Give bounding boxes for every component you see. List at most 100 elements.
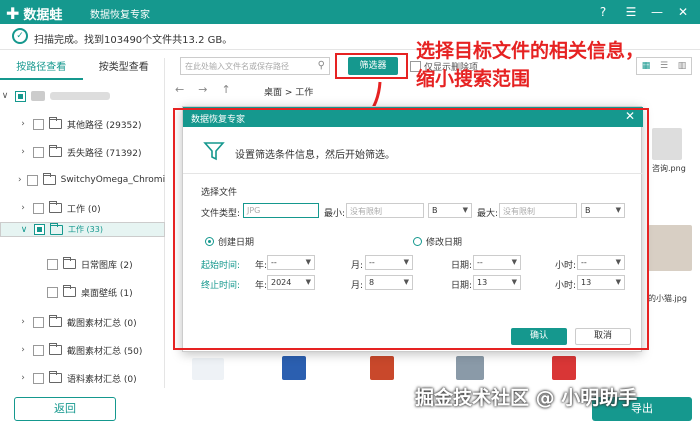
- start-month-value: --: [369, 258, 375, 267]
- confirm-button[interactable]: 确认: [511, 328, 567, 345]
- app-subtitle: 数据恢复专家: [90, 10, 150, 21]
- pdf-file-icon[interactable]: [552, 356, 576, 380]
- end-month-select[interactable]: 8 ▼: [365, 275, 413, 290]
- min-size-unit: B: [432, 206, 438, 215]
- search-icon[interactable]: ⚲: [318, 60, 325, 71]
- dialog-divider: [183, 173, 643, 174]
- back-arrow-icon[interactable]: ←: [175, 83, 184, 96]
- tab-by-path[interactable]: 按路径查看: [0, 58, 83, 80]
- folder-icon: [50, 223, 63, 235]
- file-type-label: 文件类型:: [201, 209, 241, 219]
- chevron-down-icon: ▼: [403, 278, 409, 286]
- tree-checkbox[interactable]: [33, 344, 44, 356]
- folder-icon: [49, 201, 62, 213]
- chevron-down-icon[interactable]: ∨: [19, 225, 29, 235]
- tree-item-screenshot-50[interactable]: › 截图素材汇总 (50): [0, 336, 165, 364]
- modified-date-radio[interactable]: 修改日期: [413, 235, 462, 248]
- tree-item-screenshot-empty[interactable]: › 截图素材汇总 (0): [0, 308, 165, 336]
- filter-button[interactable]: 筛选器: [348, 57, 398, 75]
- start-year-value: --: [271, 258, 277, 267]
- help-icon[interactable]: ?: [594, 3, 612, 21]
- chevron-right-icon[interactable]: ›: [18, 345, 28, 355]
- file-thumbnail[interactable]: [648, 225, 692, 271]
- min-size-input[interactable]: 没有限制: [346, 203, 424, 218]
- modified-date-label: 修改日期: [426, 238, 463, 248]
- tree-item-work-empty[interactable]: › 工作 (0): [0, 194, 165, 222]
- minimize-icon[interactable]: —: [648, 3, 666, 21]
- folder-icon: [63, 257, 76, 269]
- tree-checkbox[interactable]: [33, 146, 44, 158]
- year-label: 年:: [255, 261, 268, 271]
- tree-item-label: 工作 (33): [68, 225, 103, 234]
- chevron-right-icon[interactable]: ›: [18, 147, 28, 157]
- file-type-input[interactable]: JPG: [243, 203, 319, 218]
- file-thumbnail[interactable]: [652, 128, 682, 160]
- tree-checkbox[interactable]: [47, 258, 58, 270]
- chevron-right-icon[interactable]: ›: [18, 317, 28, 327]
- file-thumbnail[interactable]: [456, 356, 484, 380]
- tree-item-lost-paths[interactable]: › 丢失路径 (71392): [0, 138, 165, 166]
- forward-arrow-icon[interactable]: →: [198, 83, 207, 96]
- chevron-right-icon[interactable]: ›: [18, 373, 28, 383]
- back-button[interactable]: 返回: [14, 397, 116, 421]
- close-icon[interactable]: ✕: [625, 109, 635, 123]
- close-window-icon[interactable]: ✕: [674, 3, 692, 21]
- end-time-label: 终止时间:: [201, 281, 241, 291]
- tree-checkbox[interactable]: [33, 316, 44, 328]
- tree-checkbox[interactable]: [34, 224, 45, 235]
- start-day-value: --: [477, 258, 483, 267]
- chevron-right-icon[interactable]: ›: [18, 175, 22, 185]
- tree-item-work-selected[interactable]: ∨ 工作 (33): [0, 222, 165, 237]
- tree-item-desktop-wallpaper[interactable]: 桌面壁纸 (1): [0, 278, 165, 306]
- tree-checkbox[interactable]: [26, 174, 38, 186]
- end-hour-select[interactable]: 13 ▼: [577, 275, 625, 290]
- tree-item-label: SwitchyOmega_Chromium: [60, 175, 165, 185]
- start-hour-select[interactable]: -- ▼: [577, 255, 625, 270]
- tree-item-other-paths[interactable]: › 其他路径 (29352): [0, 110, 165, 138]
- tree-item-daily-gallery[interactable]: 日常图库 (2): [0, 250, 165, 278]
- start-day-select[interactable]: -- ▼: [473, 255, 521, 270]
- start-year-select[interactable]: -- ▼: [267, 255, 315, 270]
- day-label: 日期:: [451, 281, 473, 291]
- radio-dot[interactable]: [205, 237, 214, 246]
- file-thumbnail[interactable]: [192, 358, 224, 380]
- up-arrow-icon[interactable]: ↑: [221, 83, 230, 96]
- tab-by-type[interactable]: 按类型查看: [83, 58, 166, 80]
- radio-dot[interactable]: [413, 237, 422, 246]
- tree-item-corpus[interactable]: › 语料素材汇总 (0): [0, 364, 165, 392]
- cancel-button[interactable]: 取消: [575, 328, 631, 345]
- search-input[interactable]: 在此处输入文件名或保存路径 ⚲: [180, 57, 330, 75]
- max-size-unit-select[interactable]: B ▼: [581, 203, 625, 218]
- tree-checkbox[interactable]: [33, 372, 44, 384]
- list-view-icon[interactable]: ☰: [655, 58, 673, 74]
- detail-view-icon[interactable]: ▥: [673, 58, 691, 74]
- chevron-down-icon[interactable]: ∨: [0, 91, 10, 101]
- min-size-unit-select[interactable]: B ▼: [428, 203, 472, 218]
- tree-checkbox[interactable]: [33, 118, 44, 130]
- month-label: 月:: [351, 261, 364, 271]
- annotation-line-2: 缩小搜索范围: [416, 68, 531, 90]
- menu-icon[interactable]: ☰: [622, 3, 640, 21]
- word-file-icon[interactable]: [282, 356, 306, 380]
- tree-checkbox[interactable]: [15, 90, 26, 102]
- chevron-down-icon: ▼: [403, 258, 409, 266]
- end-year-select[interactable]: 2024 ▼: [267, 275, 315, 290]
- start-hour-value: --: [581, 258, 587, 267]
- tree-root-drive[interactable]: ∨: [0, 82, 165, 110]
- start-month-select[interactable]: -- ▼: [365, 255, 413, 270]
- chevron-down-icon: ▼: [305, 258, 311, 266]
- end-day-select[interactable]: 13 ▼: [473, 275, 521, 290]
- breadcrumb: 桌面 > 工作: [264, 88, 314, 98]
- chevron-right-icon[interactable]: ›: [18, 203, 28, 213]
- tree-checkbox[interactable]: [33, 202, 44, 214]
- chevron-right-icon[interactable]: ›: [18, 119, 28, 129]
- folder-icon: [63, 285, 76, 297]
- ppt-file-icon[interactable]: [370, 356, 394, 380]
- min-size-label: 最小:: [324, 209, 346, 219]
- created-date-radio[interactable]: 创建日期: [205, 235, 254, 248]
- tree-item-switchyomega[interactable]: › SwitchyOmega_Chromium: [0, 166, 165, 194]
- chevron-down-icon: ▼: [615, 206, 621, 214]
- start-time-label: 起始时间:: [201, 261, 241, 271]
- max-size-input[interactable]: 没有限制: [499, 203, 577, 218]
- tree-checkbox[interactable]: [47, 286, 58, 298]
